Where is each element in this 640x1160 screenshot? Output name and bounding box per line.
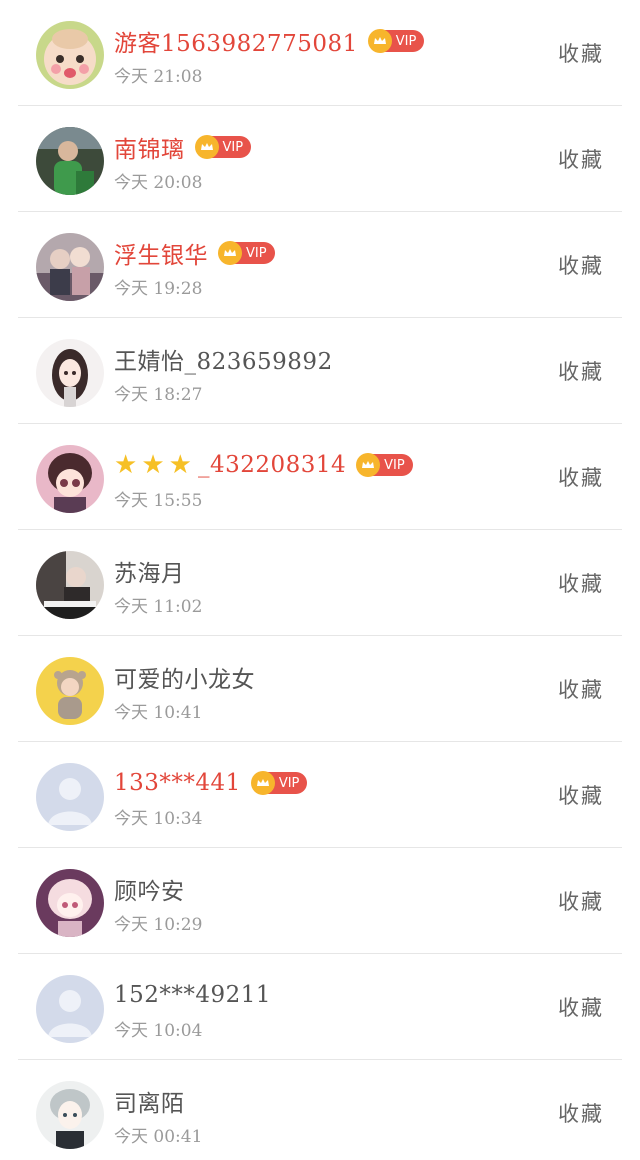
list-item[interactable]: 王婧怡_823659892 今天 18:27 收藏 [0, 318, 640, 424]
star-icons: ★ ★ ★ [114, 452, 196, 478]
favorite-button[interactable]: 收藏 [558, 674, 604, 704]
avatar[interactable] [36, 445, 104, 513]
name-line: 152***49211 [114, 978, 271, 1012]
crown-icon [218, 241, 242, 265]
vip-badge: VIP [218, 241, 275, 265]
user-name[interactable]: 游客1563982775081 [114, 24, 358, 58]
name-line: 游客1563982775081 VIP [114, 24, 425, 58]
vip-label: VIP [384, 457, 405, 473]
name-line: 王婧怡_823659892 [114, 342, 333, 376]
vip-badge: VIP [356, 453, 413, 477]
list-item[interactable]: 顾吟安今天 10:29 收藏 [0, 848, 640, 954]
avatar[interactable] [36, 763, 104, 831]
user-name[interactable]: 顾吟安 [114, 872, 185, 906]
favorite-button[interactable]: 收藏 [558, 568, 604, 598]
list-item[interactable]: ★ ★ ★ _432208314 VIP 今天 15:55 收藏 [0, 424, 640, 530]
user-name[interactable]: 152***49211 [114, 982, 271, 1008]
timestamp: 今天 21:08 [114, 67, 203, 87]
crown-icon [194, 135, 219, 159]
user-name[interactable]: 浮生银华 [114, 236, 208, 270]
favorite-button[interactable]: 收藏 [558, 250, 604, 280]
list-item[interactable]: 司离陌今天 00:41 收藏 [0, 1060, 640, 1160]
avatar[interactable] [36, 657, 104, 725]
avatar[interactable] [36, 975, 104, 1043]
timestamp: 今天 10:41 [114, 703, 203, 723]
list-item[interactable]: 游客1563982775081 VIP 今天 21:08 收藏 [0, 0, 640, 106]
name-line: 浮生银华 VIP [114, 236, 275, 270]
crown-icon [356, 453, 381, 477]
user-name[interactable]: 133***441 [114, 770, 241, 796]
star-icon: ★ [114, 450, 138, 480]
favorite-button[interactable]: 收藏 [558, 992, 604, 1022]
name-line: 顾吟安 [114, 872, 185, 906]
vip-label: VIP [246, 245, 267, 261]
timestamp: 今天 10:34 [114, 809, 203, 829]
name-line: 司离陌 [114, 1084, 185, 1118]
star-icon: ★ [141, 450, 165, 480]
vip-badge: VIP [250, 771, 308, 795]
name-line: 苏海月 [114, 554, 185, 588]
favorite-button[interactable]: 收藏 [558, 1098, 604, 1128]
crown-icon [250, 771, 275, 795]
list-item[interactable]: 152***49211 今天 10:04 收藏 [0, 954, 640, 1060]
vip-label: VIP [278, 775, 300, 791]
user-name[interactable]: 司离陌 [114, 1084, 185, 1118]
timestamp: 今天 19:28 [114, 279, 203, 299]
name-line: 133***441 VIP [114, 766, 308, 800]
list-item[interactable]: 可爱的小龙女今天 10:41 收藏 [0, 636, 640, 742]
vip-label: VIP [395, 33, 417, 49]
avatar[interactable] [36, 1081, 104, 1149]
timestamp: 今天 11:02 [114, 597, 203, 617]
favorite-button[interactable]: 收藏 [558, 356, 604, 386]
avatar[interactable] [36, 21, 104, 89]
star-icon: ★ [168, 450, 192, 480]
timestamp: 今天 10:29 [114, 915, 203, 935]
name-line: 可爱的小龙女 [114, 660, 255, 694]
user-list: 游客1563982775081 VIP 今天 21:08 收藏 南锦璃 VIP 今天 20:… [0, 0, 640, 1160]
user-name[interactable]: 可爱的小龙女 [114, 660, 255, 694]
avatar[interactable] [36, 339, 104, 407]
name-line: 南锦璃 VIP [114, 130, 252, 164]
list-item[interactable]: 苏海月今天 11:02 收藏 [0, 530, 640, 636]
user-name[interactable]: 南锦璃 [114, 130, 185, 164]
timestamp: 今天 18:27 [114, 385, 203, 405]
timestamp: 今天 00:41 [114, 1127, 203, 1147]
avatar[interactable] [36, 127, 104, 195]
user-name[interactable]: 苏海月 [114, 554, 185, 588]
favorite-button[interactable]: 收藏 [558, 780, 604, 810]
user-name[interactable]: 王婧怡_823659892 [114, 342, 333, 376]
avatar[interactable] [36, 869, 104, 937]
favorite-button[interactable]: 收藏 [558, 144, 604, 174]
vip-badge: VIP [367, 29, 425, 53]
favorite-button[interactable]: 收藏 [558, 886, 604, 916]
avatar[interactable] [36, 233, 104, 301]
list-item[interactable]: 南锦璃 VIP 今天 20:08 收藏 [0, 106, 640, 212]
crown-icon [367, 29, 392, 53]
timestamp: 今天 10:04 [114, 1021, 203, 1041]
list-item[interactable]: 133***441 VIP 今天 10:34 收藏 [0, 742, 640, 848]
favorite-button[interactable]: 收藏 [558, 38, 604, 68]
timestamp: 今天 15:55 [114, 491, 203, 511]
vip-badge: VIP [194, 135, 252, 159]
user-name[interactable]: _432208314 [198, 452, 346, 478]
vip-label: VIP [222, 139, 244, 155]
avatar[interactable] [36, 551, 104, 619]
list-item[interactable]: 浮生银华 VIP 今天 19:28 收藏 [0, 212, 640, 318]
name-line: ★ ★ ★ _432208314 VIP [114, 448, 413, 482]
timestamp: 今天 20:08 [114, 173, 203, 193]
favorite-button[interactable]: 收藏 [558, 462, 604, 492]
